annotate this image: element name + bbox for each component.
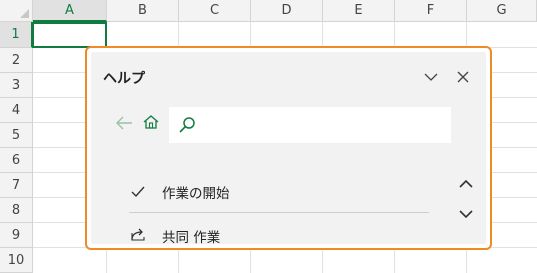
help-pane: ヘルプ 作業の開始 共同 作業 xyxy=(85,46,492,250)
row-header-9[interactable]: 9 xyxy=(0,223,33,248)
help-search-input[interactable] xyxy=(201,113,445,139)
help-pane-body: ヘルプ 作業の開始 共同 作業 xyxy=(91,52,486,244)
chevron-down-icon[interactable] xyxy=(420,66,442,88)
column-header-d[interactable]: D xyxy=(251,0,323,22)
help-pane-title: ヘルプ xyxy=(103,71,145,87)
home-icon[interactable] xyxy=(143,114,159,134)
row-header-2[interactable]: 2 xyxy=(0,48,33,73)
divider xyxy=(129,212,429,213)
row-header-6[interactable]: 6 xyxy=(0,148,33,173)
row-header-7[interactable]: 7 xyxy=(0,173,33,198)
column-header-f[interactable]: F xyxy=(395,0,467,22)
row-header-3[interactable]: 3 xyxy=(0,73,33,98)
help-topic-label: 作業の開始 xyxy=(162,186,230,202)
close-icon[interactable] xyxy=(452,66,474,88)
search-icon xyxy=(178,116,196,138)
scroll-up-icon[interactable] xyxy=(457,176,475,192)
scroll-down-icon[interactable] xyxy=(457,206,475,222)
row-header-1[interactable]: 1 xyxy=(0,22,33,48)
select-all-button[interactable] xyxy=(0,0,33,22)
help-search-box[interactable] xyxy=(169,107,451,143)
column-header-c[interactable]: C xyxy=(179,0,251,22)
help-topic-label: 共同 作業 xyxy=(162,230,221,244)
column-header-e[interactable]: E xyxy=(323,0,395,22)
active-cell-a1[interactable] xyxy=(32,22,107,48)
row-header-4[interactable]: 4 xyxy=(0,98,33,123)
row-header-8[interactable]: 8 xyxy=(0,198,33,223)
back-arrow-icon[interactable] xyxy=(115,115,133,135)
check-icon xyxy=(131,183,145,202)
column-header-b[interactable]: B xyxy=(107,0,179,22)
share-icon xyxy=(131,226,147,244)
column-header-g[interactable]: G xyxy=(467,0,537,22)
row-header-5[interactable]: 5 xyxy=(0,123,33,148)
row-header-10[interactable]: 10 xyxy=(0,248,33,273)
column-header-a[interactable]: A xyxy=(33,0,107,22)
